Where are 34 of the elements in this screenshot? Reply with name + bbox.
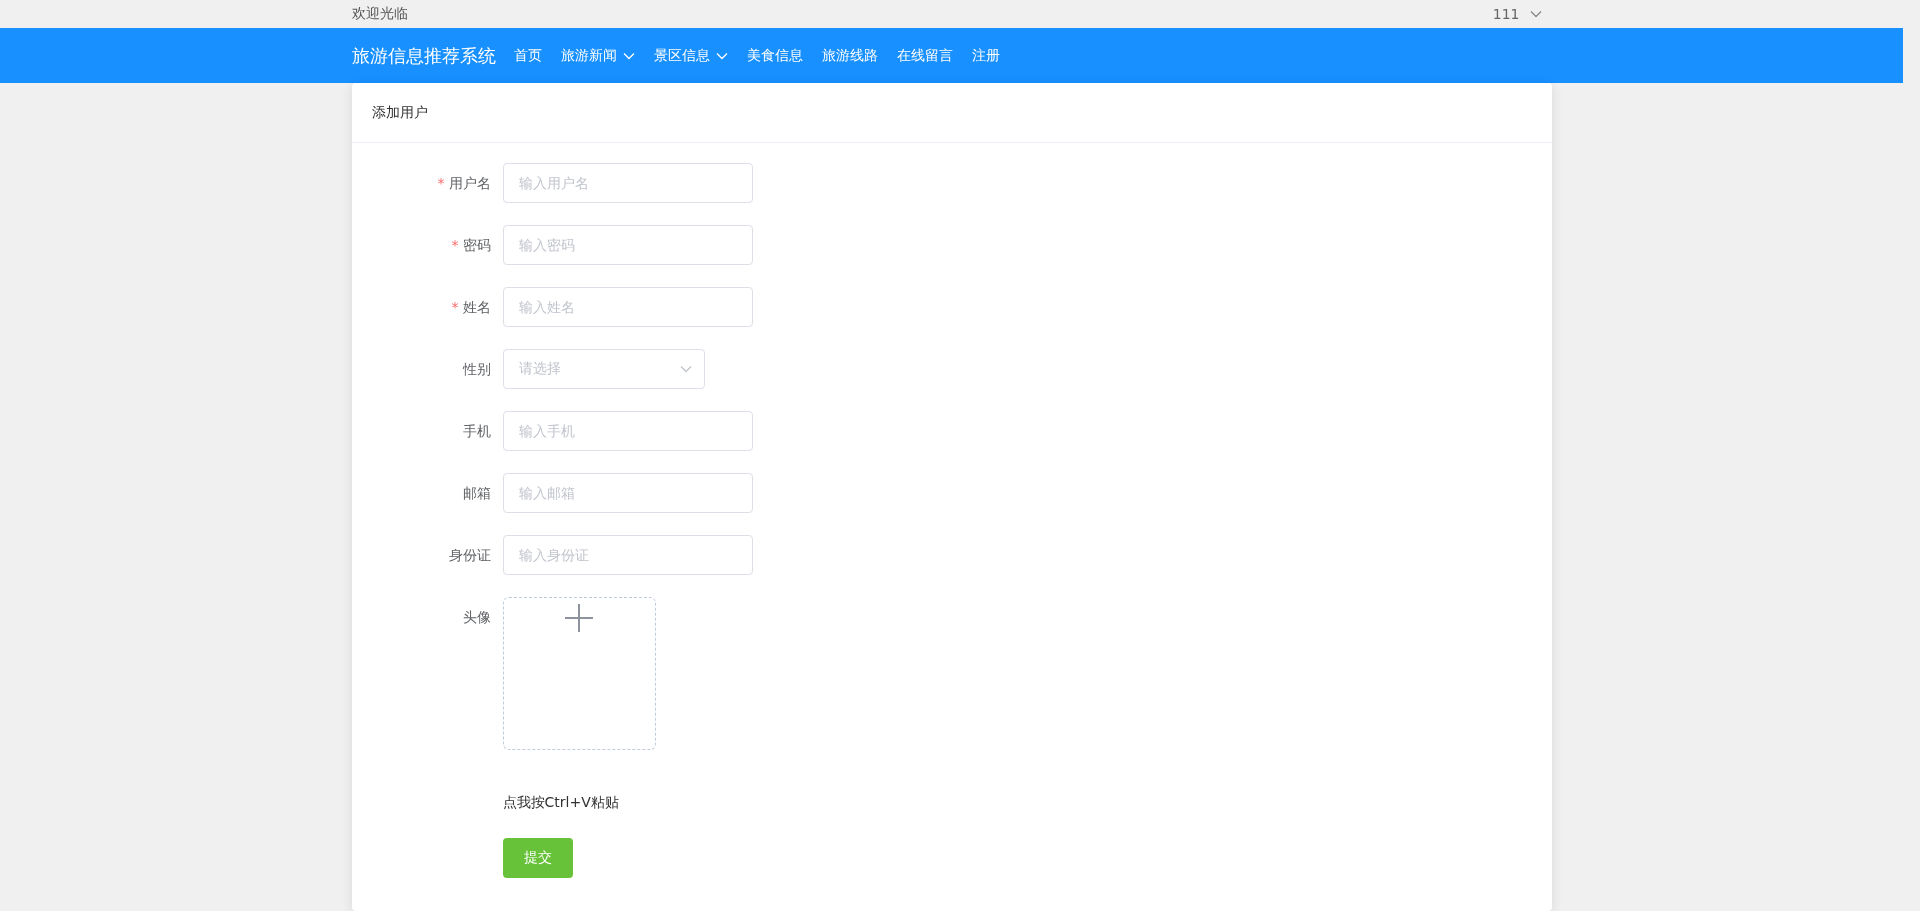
text-input[interactable]: 输入身份证 [502, 535, 753, 575]
text-input[interactable]: 输入用户名 [502, 163, 753, 203]
caret-down-icon [622, 51, 635, 60]
caret-down-icon [715, 51, 728, 60]
field-label: 身份证 [447, 546, 492, 565]
upload-area[interactable] [502, 597, 656, 750]
text-input[interactable]: 输入手机 [502, 411, 753, 451]
nav-link[interactable]: 注册 [971, 46, 1000, 65]
nav-link[interactable]: 首页 [513, 46, 542, 65]
site-title: 旅游信息推荐系统 [351, 43, 496, 68]
text-input[interactable]: 输入密码 [502, 225, 753, 265]
nav-link[interactable]: 旅游线路 [821, 46, 878, 65]
text-input[interactable]: 输入姓名 [502, 287, 753, 327]
user-menu[interactable]: 111 [1492, 6, 1542, 22]
welcome-text: 欢迎光临 [351, 5, 408, 23]
caret-down-icon [1529, 10, 1542, 18]
field-label: 头像 [461, 608, 492, 627]
field-label: * 密码 [450, 236, 492, 255]
plus-icon [565, 604, 593, 632]
field-label: * 姓名 [450, 298, 492, 317]
caret-down-icon [679, 365, 692, 373]
card-title: 添加用户 [371, 103, 428, 122]
field-label: * 用户名 [436, 174, 492, 193]
submit-button[interactable]: 提交 [502, 838, 573, 878]
select-field[interactable]: 请选择 [502, 349, 705, 389]
text-input[interactable]: 输入邮箱 [502, 473, 753, 513]
field-label: 性别 [461, 360, 492, 379]
field-label: 邮箱 [461, 484, 492, 503]
nav-link[interactable]: 在线留言 [896, 46, 953, 65]
field-label: 手机 [461, 422, 492, 441]
nav-link[interactable]: 美食信息 [746, 46, 803, 65]
paste-hint: 点我按Ctrl+V粘贴 [502, 794, 619, 812]
nav-link[interactable]: 景区信息 [653, 46, 728, 65]
nav-link[interactable]: 旅游新闻 [560, 46, 635, 65]
